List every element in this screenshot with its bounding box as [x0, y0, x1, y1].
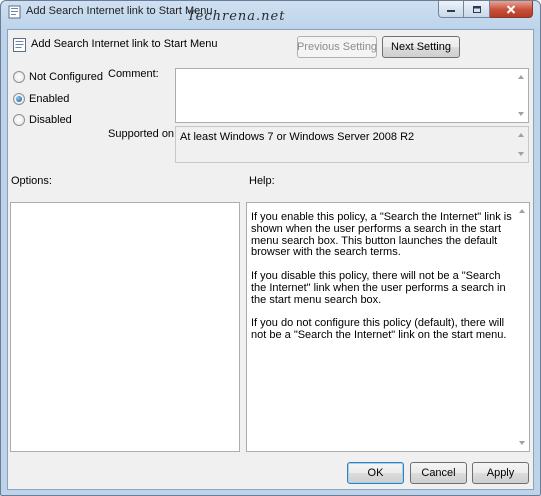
cancel-button[interactable]: Cancel: [410, 462, 467, 484]
radio-label: Not Configured: [29, 71, 103, 83]
supported-on-value: At least Windows 7 or Windows Server 200…: [180, 131, 415, 143]
help-text: If you enable this policy, a "Search the…: [251, 211, 513, 354]
help-paragraph: If you disable this policy, there will n…: [251, 269, 506, 306]
minimize-icon: [446, 5, 456, 13]
supported-on-field: At least Windows 7 or Windows Server 200…: [175, 126, 529, 163]
policy-settings-icon: [8, 5, 22, 19]
maximize-icon: [472, 5, 482, 14]
watermark-text: Techrena.net: [187, 9, 286, 24]
radio-circle[interactable]: [13, 71, 25, 83]
radio-disabled[interactable]: Disabled: [13, 114, 72, 126]
radio-circle[interactable]: [13, 114, 25, 126]
comment-textarea[interactable]: [175, 68, 529, 123]
title-bar[interactable]: Add Search Internet link to Start Menu T…: [1, 1, 540, 24]
supported-on-label: Supported on:: [108, 128, 178, 140]
comment-scrollbar[interactable]: [515, 69, 528, 122]
ok-button[interactable]: OK: [347, 462, 404, 484]
help-panel: If you enable this policy, a "Search the…: [246, 202, 530, 452]
scroll-up-icon[interactable]: [518, 75, 524, 79]
radio-label: Enabled: [29, 93, 70, 105]
caption-buttons: [438, 1, 533, 18]
close-button[interactable]: [490, 1, 533, 18]
options-panel: [10, 202, 240, 452]
policy-icon: [12, 37, 28, 53]
scroll-up-icon[interactable]: [518, 133, 524, 137]
radio-enabled[interactable]: Enabled: [13, 93, 69, 105]
dialog-body: Add Search Internet link to Start Menu P…: [7, 29, 534, 490]
window-title: Add Search Internet link to Start Menu: [26, 5, 213, 17]
radio-not-configured[interactable]: Not Configured: [13, 71, 103, 83]
help-scrollbar[interactable]: [516, 203, 529, 451]
help-paragraph: If you do not configure this policy (def…: [251, 317, 507, 341]
close-icon: [506, 4, 516, 14]
minimize-button[interactable]: [438, 1, 464, 18]
scroll-down-icon[interactable]: [518, 152, 524, 156]
scroll-up-icon[interactable]: [519, 209, 525, 213]
scroll-down-icon[interactable]: [519, 441, 525, 445]
comment-label: Comment:: [108, 68, 159, 80]
policy-dialog-window: Add Search Internet link to Start Menu T…: [0, 0, 541, 496]
policy-title: Add Search Internet link to Start Menu: [31, 38, 218, 50]
radio-label: Disabled: [29, 114, 72, 126]
previous-setting-button[interactable]: Previous Setting: [297, 36, 377, 58]
radio-circle-selected[interactable]: [13, 93, 25, 105]
maximize-button[interactable]: [464, 1, 490, 18]
options-label: Options:: [11, 175, 52, 187]
apply-button[interactable]: Apply: [472, 462, 529, 484]
next-setting-button[interactable]: Next Setting: [382, 36, 460, 58]
scroll-down-icon[interactable]: [518, 112, 524, 116]
help-label: Help:: [249, 175, 275, 187]
supported-scrollbar[interactable]: [515, 127, 528, 162]
help-paragraph: If you enable this policy, a "Search the…: [251, 211, 512, 259]
